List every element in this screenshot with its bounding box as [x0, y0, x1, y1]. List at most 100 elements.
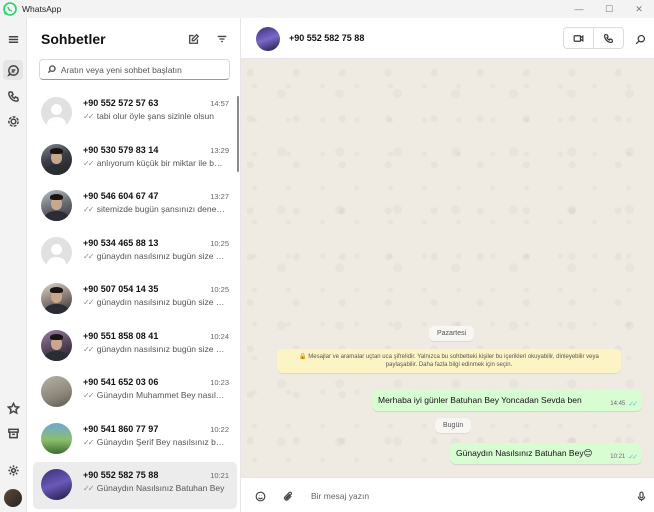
new-chat-icon[interactable] [185, 30, 203, 48]
chat-list-panel: Sohbetler +90 552 572 57 63 14:57 ✓✓ tab… [26, 18, 241, 512]
chat-item[interactable]: +90 534 465 88 13 10:25 ✓✓ günaydın nası… [33, 230, 237, 277]
message-composer [241, 477, 654, 512]
message-preview: ✓✓ günaydın nasılsınız bugün size nasıl [83, 251, 226, 261]
encryption-notice[interactable]: 🔒 Mesajlar ve aramalar uçtan uca şifreli… [277, 349, 621, 373]
message-preview-text: günaydın nasılsınız bugün size nasıl [96, 297, 226, 307]
chat-item[interactable]: +90 546 604 67 47 13:27 ✓✓ sitemizde bug… [33, 183, 237, 230]
contact-avatar [41, 422, 72, 454]
contact-name: +90 546 604 67 47 [83, 191, 159, 201]
double-check-icon: ✓✓ [628, 401, 638, 408]
maximize-button[interactable]: ☐ [594, 0, 624, 18]
message-time: 13:29 [210, 145, 229, 155]
chat-item[interactable]: +90 530 579 83 14 13:29 ✓✓ anlıyorum küç… [33, 137, 237, 184]
message-meta: 10:21 ✓✓ [610, 453, 638, 461]
message-time: 10:25 [210, 285, 229, 294]
contact-name: +90 551 858 08 41 [83, 330, 159, 341]
chat-list: +90 552 572 57 63 14:57 ✓✓ tabi olur öyl… [33, 90, 237, 509]
voice-call-button[interactable] [593, 28, 623, 48]
contact-avatar [41, 376, 72, 407]
outgoing-message[interactable]: Günaydın Nasılsınız Batuhan Bey😊 10:21 ✓✓ [450, 443, 642, 464]
message-preview-text: anlıyorum küçük bir miktar ile başlayabi… [96, 157, 226, 168]
message-time: 10:23 [210, 378, 229, 387]
message-meta: 14:45 ✓✓ [610, 400, 638, 408]
navigation-rail [0, 18, 26, 512]
chat-item[interactable]: +90 507 054 14 35 10:25 ✓✓ günaydın nası… [33, 276, 237, 323]
contact-avatar [41, 469, 72, 500]
minimize-button[interactable]: — [564, 0, 594, 18]
call-buttons [563, 27, 624, 49]
message-preview-text: Günaydın Şerif Bey nasılsınız bugün [96, 436, 226, 447]
message-preview: ✓✓ günaydın nasılsınız bugün size nasıl [83, 297, 226, 307]
chat-item[interactable]: +90 541 860 77 97 10:22 ✓✓ Günaydın Şeri… [33, 416, 237, 463]
settings-gear-icon[interactable] [3, 460, 23, 480]
title-bar: WhatsApp — ☐ ✕ [0, 0, 654, 18]
message-preview: ✓✓ Günaydın Nasılsınız Batuhan Bey [83, 483, 226, 493]
status-icon[interactable] [3, 111, 23, 131]
message-preview-text: günaydın nasılsınız bugün size nasıl [96, 250, 226, 261]
contact-name: +90 507 054 14 35 [83, 284, 159, 294]
phone-icon [604, 33, 614, 43]
search-icon [47, 65, 56, 74]
contact-name: +90 541 652 03 06 [83, 377, 159, 387]
contact-name: +90 530 579 83 14 [83, 144, 159, 155]
archive-icon[interactable] [3, 423, 23, 443]
double-check-icon: ✓✓ [628, 454, 638, 461]
date-separator: Bugün [435, 418, 472, 433]
whatsapp-logo-icon [3, 2, 17, 16]
message-time: 10:22 [210, 424, 229, 434]
chat-list-scrollbar[interactable] [237, 96, 239, 172]
message-text: Günaydın Nasılsınız Batuhan Bey😊 [456, 448, 593, 458]
message-time: 13:27 [210, 192, 229, 201]
starred-icon[interactable] [3, 398, 23, 418]
video-camera-icon [573, 34, 584, 42]
message-preview: ✓✓ tabi olur öyle şans sizinle olsun [83, 111, 226, 121]
attach-paperclip-icon[interactable] [280, 488, 296, 504]
contact-name[interactable]: +90 552 582 75 88 [289, 33, 364, 43]
contact-avatar [41, 236, 72, 268]
chat-item[interactable]: +90 551 858 08 41 10:24 ✓✓ günaydın nası… [33, 323, 237, 370]
conversation-search-button[interactable] [632, 31, 648, 47]
contact-avatar [41, 190, 72, 221]
contact-name: +90 552 582 75 88 [83, 470, 159, 480]
search-box[interactable] [39, 59, 230, 80]
contact-name: +90 534 465 88 13 [83, 237, 159, 248]
search-input[interactable] [60, 64, 229, 75]
message-time: 10:21 [610, 454, 626, 460]
chat-item[interactable]: +90 552 572 57 63 14:57 ✓✓ tabi olur öyl… [33, 90, 237, 137]
message-time: 14:57 [210, 99, 229, 108]
chats-icon[interactable] [3, 60, 23, 80]
profile-avatar[interactable] [4, 489, 22, 507]
chat-item-selected[interactable]: +90 552 582 75 88 10:21 ✓✓ Günaydın Nası… [33, 462, 237, 509]
double-check-icon: ✓✓ [83, 205, 94, 214]
message-input[interactable] [311, 488, 611, 504]
conversation-panel: +90 552 582 75 88 Pazartesi 🔒 Mesajlar v… [241, 18, 654, 512]
double-check-icon: ✓✓ [83, 112, 94, 121]
emoji-icon[interactable] [252, 488, 268, 504]
contact-avatar [41, 329, 72, 361]
filter-icon[interactable] [213, 30, 231, 48]
message-preview-text: tabi olur öyle şans sizinle olsun [96, 111, 214, 121]
message-preview: ✓✓ sitemizde bugün şansınızı deneyin [83, 204, 226, 214]
close-button[interactable]: ✕ [624, 0, 654, 18]
message-preview: ✓✓ günaydın nasılsınız bugün size nasıl [83, 344, 226, 354]
chat-item[interactable]: +90 541 652 03 06 10:23 ✓✓ Günaydın Muha… [33, 369, 237, 416]
double-check-icon: ✓✓ [83, 298, 94, 307]
calls-icon[interactable] [3, 86, 23, 106]
menu-icon[interactable] [3, 29, 23, 49]
double-check-icon: ✓✓ [83, 437, 94, 447]
chat-wallpaper: Pazartesi 🔒 Mesajlar ve aramalar uçtan u… [241, 59, 654, 477]
message-preview: ✓✓ Günaydın Muhammet Bey nasılsınız [83, 390, 226, 400]
contact-name: +90 552 572 57 63 [83, 98, 159, 108]
outgoing-message[interactable]: Merhaba iyi günler Batuhan Bey Yoncadan … [372, 390, 642, 411]
double-check-icon: ✓✓ [83, 484, 94, 493]
chats-title: Sohbetler [41, 31, 106, 47]
contact-avatar[interactable] [256, 27, 280, 51]
message-preview-text: Günaydın Muhammet Bey nasılsınız [96, 390, 226, 400]
message-text: Merhaba iyi günler Batuhan Bey Yoncadan … [378, 395, 582, 405]
message-preview: ✓✓ anlıyorum küçük bir miktar ile başlay… [83, 158, 226, 168]
microphone-icon[interactable] [633, 488, 649, 504]
message-time: 14:45 [610, 401, 626, 407]
app-title: WhatsApp [22, 4, 62, 14]
message-preview: ✓✓ Günaydın Şerif Bey nasılsınız bugün [83, 437, 226, 447]
video-call-button[interactable] [564, 28, 593, 48]
